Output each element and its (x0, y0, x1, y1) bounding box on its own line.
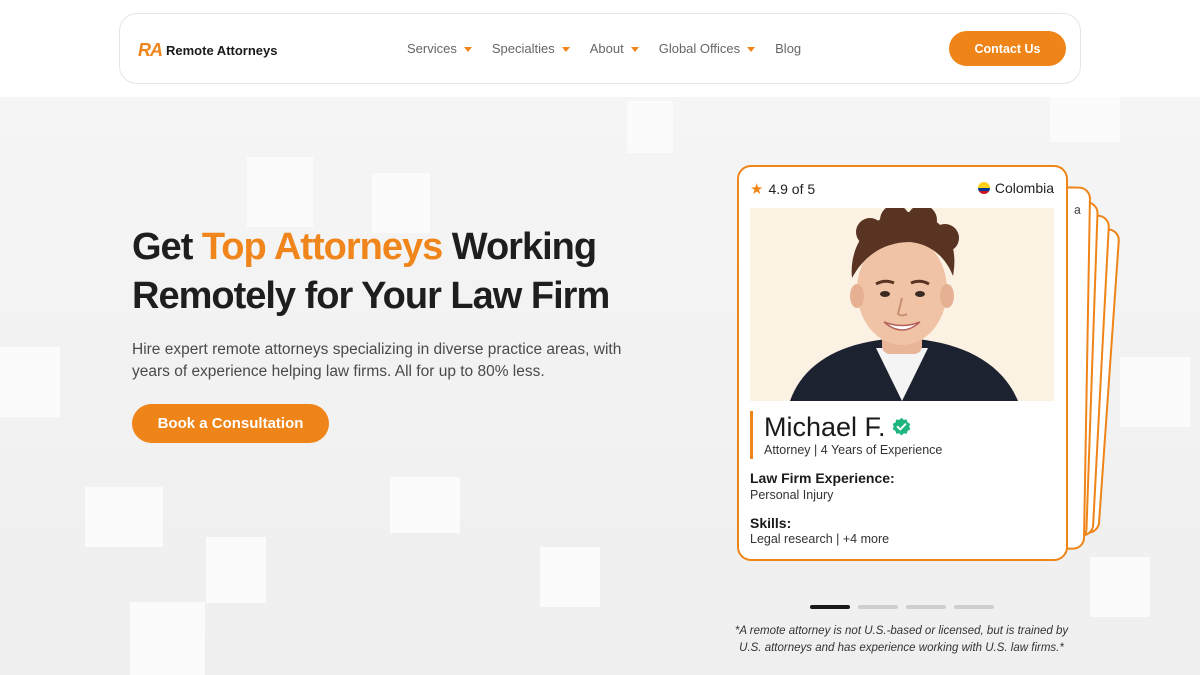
nav-item-specialties[interactable]: Specialties (492, 38, 570, 58)
stacked-card-text: a (1073, 202, 1081, 217)
attorney-role: Attorney | 4 Years of Experience (764, 443, 943, 457)
skills-label: Skills: (750, 515, 792, 531)
nav-item-label: Specialties (491, 40, 555, 56)
attorney-name-text: Michael F. (764, 412, 886, 442)
bg-tile (540, 547, 600, 607)
experience-label: Law Firm Experience: (750, 470, 895, 486)
bg-tile (1090, 557, 1150, 617)
nav-item-label: Services (407, 40, 457, 56)
attorney-profile-card[interactable]: ★ 4.9 of 5 Colombia Michael F. Attorney … (737, 165, 1068, 561)
attorney-name: Michael F. (764, 411, 942, 443)
hero-title-pre: Get (132, 226, 202, 268)
nav-item-label: About (589, 40, 624, 56)
bg-tile (206, 537, 266, 603)
colombia-flag-icon (977, 182, 990, 194)
hero-subtitle: Hire expert remote attorneys specializin… (132, 341, 622, 380)
carousel-dot[interactable] (810, 605, 850, 609)
experience-value: Personal Injury (750, 488, 834, 502)
nav-item-services[interactable]: Services (407, 38, 472, 58)
logo-text: Remote Attorneys (166, 43, 278, 58)
bg-tile (390, 477, 460, 533)
nav-item-label: Global Offices (658, 40, 741, 56)
chevron-down-icon (747, 46, 756, 52)
star-icon: ★ (750, 181, 764, 198)
top-navbar: RA Remote Attorneys Services Specialties… (119, 13, 1081, 84)
bg-tile (1120, 357, 1190, 427)
carousel-dot[interactable] (858, 605, 898, 609)
carousel-dot[interactable] (954, 605, 994, 609)
skills-value: Legal research | +4 more (750, 532, 890, 546)
book-consultation-button[interactable]: Book a Consultation (132, 404, 329, 443)
hero-title: Get Top Attorneys Working Remotely for Y… (132, 223, 692, 321)
rating: ★ 4.9 of 5 (750, 180, 815, 198)
logo-mark: RA (138, 40, 163, 60)
bg-tile (130, 602, 205, 675)
nav-item-blog[interactable]: Blog (775, 38, 801, 58)
country-name: Colombia (994, 180, 1054, 196)
bg-tile (627, 101, 673, 153)
chevron-down-icon (463, 46, 472, 52)
chevron-down-icon (630, 46, 639, 52)
disclaimer-note: *A remote attorney is not U.S.-based or … (734, 625, 1069, 654)
nav-item-global-offices[interactable]: Global Offices (658, 38, 756, 58)
bg-tile (1050, 97, 1120, 142)
rating-value: 4.9 of 5 (768, 181, 816, 197)
brand-logo[interactable]: RA Remote Attorneys (138, 40, 277, 61)
contact-us-button[interactable]: Contact Us (949, 31, 1066, 66)
verified-badge-icon (892, 417, 910, 435)
attorney-name-block: Michael F. Attorney | 4 Years of Experie… (750, 411, 942, 459)
main-menu: Services Specialties About Global Office… (407, 38, 821, 58)
carousel-dot[interactable] (906, 605, 946, 609)
bg-tile (0, 347, 60, 417)
nav-item-about[interactable]: About (590, 38, 639, 58)
chevron-down-icon (561, 46, 570, 52)
bg-tile (85, 487, 163, 547)
attorney-portrait-image (750, 208, 1054, 401)
bg-tile (247, 157, 313, 227)
carousel-pagination (810, 605, 1002, 609)
nav-item-label: Blog (775, 40, 802, 56)
country: Colombia (977, 180, 1054, 196)
hero-title-accent: Top Attorneys (201, 226, 443, 268)
attorney-photo (750, 208, 1054, 401)
